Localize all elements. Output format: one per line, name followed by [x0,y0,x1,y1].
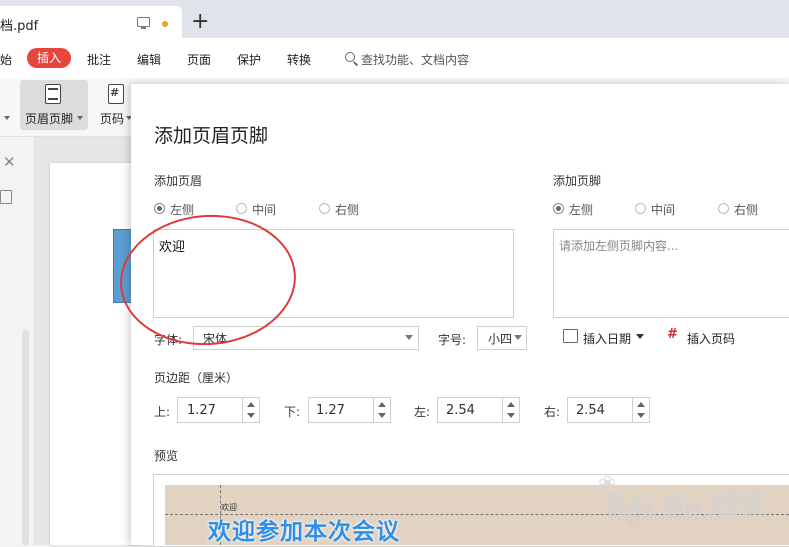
close-icon[interactable]: ✕ [3,153,16,171]
stepper[interactable] [242,398,259,422]
document-page [50,163,140,545]
footer-radio-right-label[interactable]: 右侧 [734,201,758,218]
menu-edit[interactable]: 编辑 [137,51,161,68]
stepper[interactable] [502,398,519,422]
monitor-icon[interactable] [137,17,150,29]
header-radio-left[interactable] [154,203,165,214]
calendar-icon [563,329,578,343]
header-radio-right-label[interactable]: 右侧 [335,201,359,218]
menu-start[interactable]: 始 [0,51,12,68]
margin-bottom-label: 下: [284,405,301,419]
watermark-url: jingyan.baidu.com [610,510,730,525]
footer-section-label: 添加页脚 [553,174,602,188]
scrollbar[interactable] [22,330,29,545]
unsaved-dot-icon [162,21,168,27]
chevron-down-icon[interactable] [77,116,83,120]
page-number-button[interactable]: 页码 [100,110,124,127]
search-icon[interactable] [345,52,355,62]
size-label: 字号: [438,333,467,347]
new-tab-plus-icon[interactable]: + [191,11,209,33]
chevron-down-icon[interactable] [636,334,644,339]
footer-placeholder: 请添加左侧页脚内容... [559,239,679,253]
chevron-down-icon[interactable] [405,335,413,340]
header-footer-label: 页眉页脚 [25,112,74,126]
margins-label: 页边距（厘米） [154,371,239,385]
menu-page[interactable]: 页面 [187,51,211,68]
page-number-icon: # [108,84,124,104]
image-icon[interactable] [0,190,12,204]
header-section-label: 添加页眉 [154,174,203,188]
footer-radio-center-label[interactable]: 中间 [651,201,675,218]
header-radio-left-label[interactable]: 左侧 [170,201,194,218]
chevron-down-icon[interactable] [514,335,522,340]
annotation-caption: 欢迎参加本次会议 [208,519,400,545]
footer-radio-left-label[interactable]: 左侧 [569,201,593,218]
chevron-down-icon[interactable] [4,116,10,120]
page-number-icon: # [667,327,678,342]
stepper[interactable] [373,398,390,422]
header-radio-right[interactable] [319,203,330,214]
margin-bottom-input[interactable]: 1.27 [308,397,391,423]
menu-protect[interactable]: 保护 [237,51,261,68]
insert-date-button[interactable]: 插入日期 [583,330,631,347]
header-radio-center[interactable] [236,203,247,214]
header-footer-icon [45,84,61,104]
margin-right-label: 右: [544,405,561,419]
margin-left-label: 左: [414,405,431,419]
margin-top-input[interactable]: 1.27 [177,397,260,423]
margin-left-input[interactable]: 2.54 [437,397,520,423]
preview-label: 预览 [154,449,179,463]
tab-title[interactable]: 档.pdf [0,15,38,34]
margin-top-label: 上: [154,405,171,419]
size-value: 小四 [488,332,513,346]
menu-comment[interactable]: 批注 [87,51,111,68]
stepper[interactable] [632,398,649,422]
menu-convert[interactable]: 转换 [287,51,311,68]
footer-radio-right[interactable] [718,203,729,214]
margin-right-input[interactable]: 2.54 [567,397,650,423]
dialog-title: 添加页眉页脚 [154,125,269,147]
header-radio-center-label[interactable]: 中间 [252,201,276,218]
insert-page-number-button[interactable]: 插入页码 [687,330,735,347]
search-input[interactable]: 查找功能、文档内容 [361,51,469,68]
footer-radio-left[interactable] [553,203,564,214]
menu-insert[interactable]: 插入 [27,48,71,68]
footer-radio-center[interactable] [635,203,646,214]
